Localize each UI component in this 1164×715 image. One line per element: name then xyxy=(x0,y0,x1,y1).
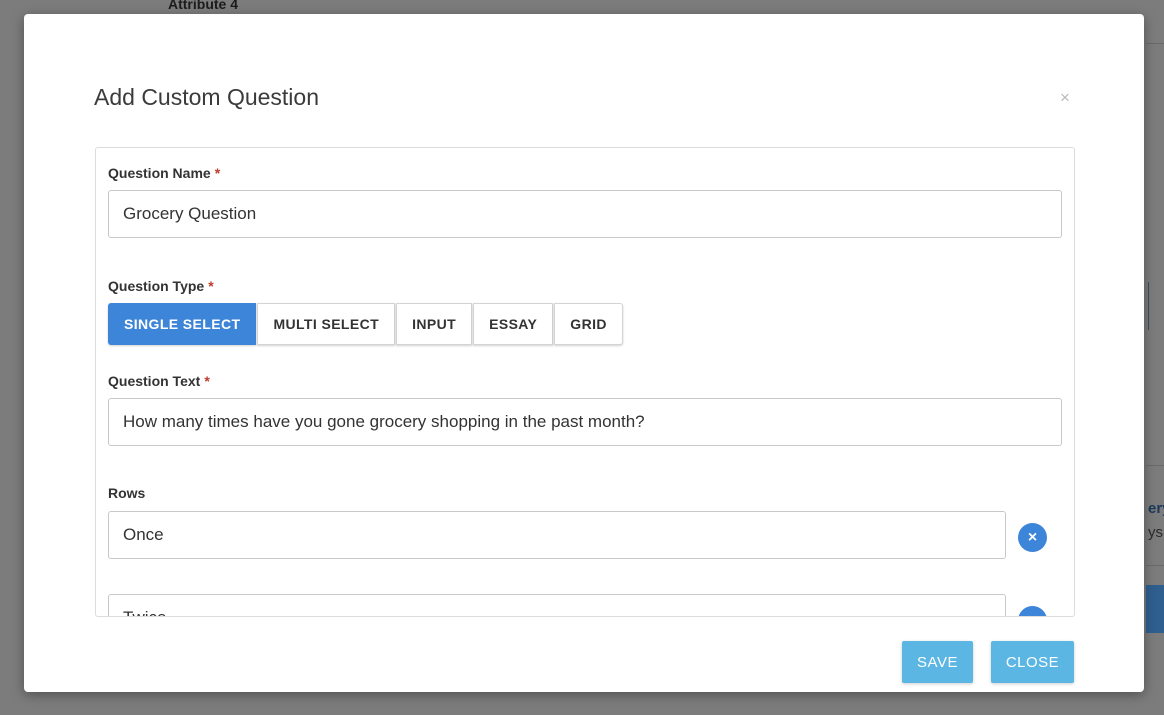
required-mark: * xyxy=(208,278,214,294)
type-grid-button[interactable]: GRID xyxy=(554,303,623,345)
question-text-label-text: Question Text xyxy=(108,373,201,389)
required-mark: * xyxy=(204,373,210,389)
background-link-text: ery xyxy=(1148,500,1164,517)
add-custom-question-modal: Add Custom Question × Question Name* Que… xyxy=(24,14,1144,692)
close-icon[interactable]: × xyxy=(1060,88,1070,108)
rows-label: Rows xyxy=(108,485,146,501)
remove-row-icon[interactable]: × xyxy=(1018,523,1047,552)
row-input[interactable] xyxy=(108,594,1006,616)
background-divider xyxy=(1146,565,1164,566)
background-text: ys xyxy=(1148,524,1163,541)
question-text-label: Question Text * xyxy=(108,373,210,389)
modal-title: Add Custom Question xyxy=(94,84,320,110)
save-button[interactable]: SAVE xyxy=(902,641,973,683)
background-divider xyxy=(1146,43,1164,44)
type-essay-button[interactable]: ESSAY xyxy=(473,303,554,345)
type-multi-select-button[interactable]: MULTI SELECT xyxy=(257,303,396,345)
background-button xyxy=(1146,585,1164,633)
close-button[interactable]: CLOSE xyxy=(991,641,1074,683)
modal-body[interactable]: Question Name* Question Type* SINGLE SEL… xyxy=(95,147,1075,617)
question-type-selector: SINGLE SELECT MULTI SELECT INPUT ESSAY G… xyxy=(108,303,624,345)
background-attribute-label: Attribute 4 xyxy=(168,0,238,12)
question-name-label-text: Question Name xyxy=(108,165,211,181)
remove-row-icon[interactable]: × xyxy=(1018,606,1047,616)
row-input[interactable] xyxy=(108,511,1006,559)
required-mark: * xyxy=(214,165,221,181)
question-type-label-text: Question Type xyxy=(108,278,205,294)
question-text-input[interactable] xyxy=(108,398,1062,446)
background-divider xyxy=(1146,465,1164,466)
question-name-input[interactable] xyxy=(108,190,1062,238)
type-single-select-button[interactable]: SINGLE SELECT xyxy=(108,303,257,345)
type-input-button[interactable]: INPUT xyxy=(396,303,473,345)
question-name-label: Question Name * xyxy=(108,165,220,181)
question-type-label: Question Type * xyxy=(108,278,214,294)
background-border xyxy=(1148,282,1149,330)
